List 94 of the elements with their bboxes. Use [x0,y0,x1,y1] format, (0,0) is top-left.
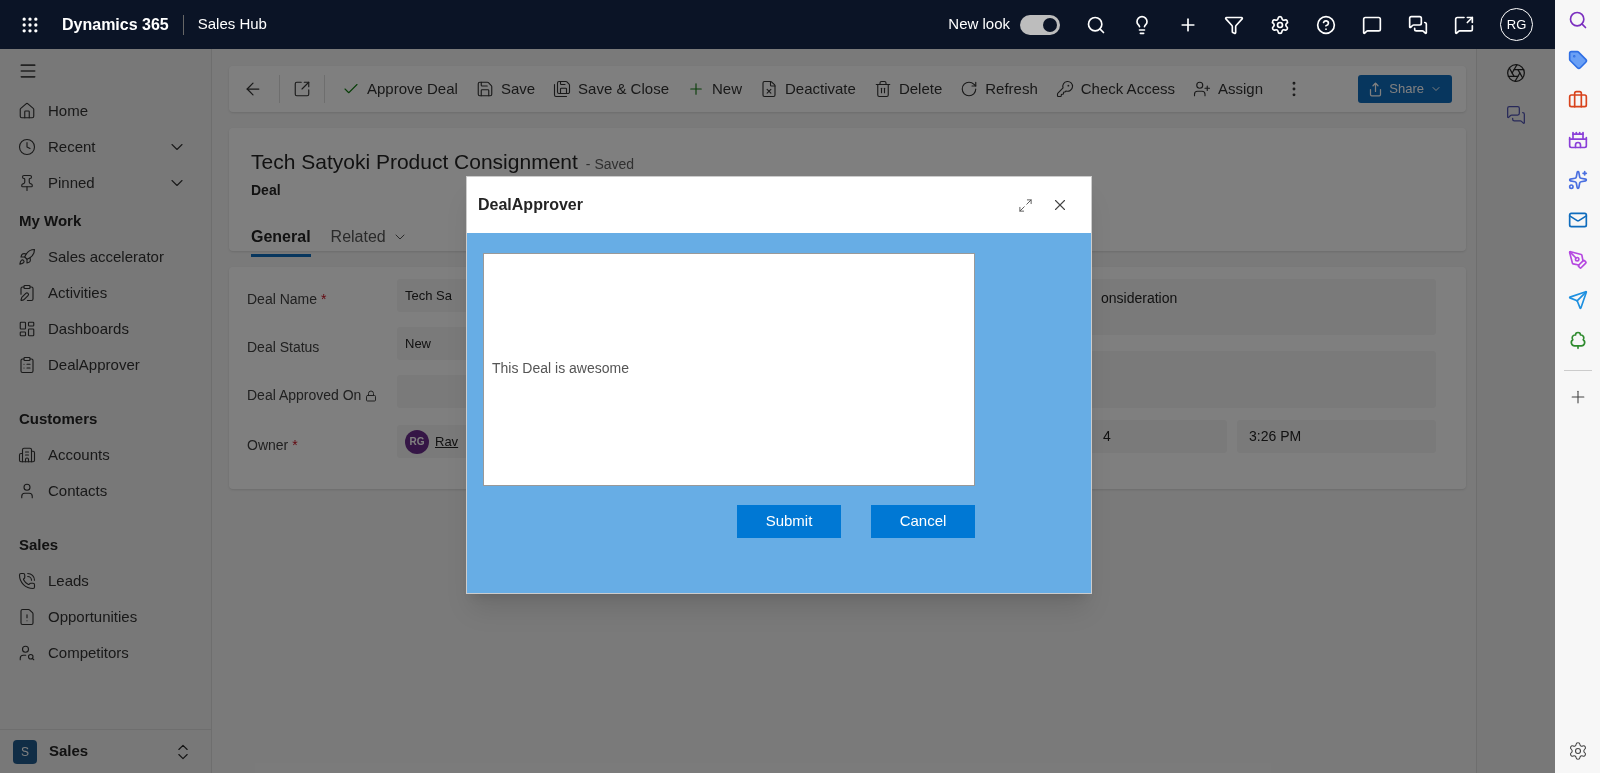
phone-icon [18,572,36,590]
person-icon [18,644,36,662]
key-icon [1055,80,1074,98]
share-icon [1368,81,1384,97]
comment-field[interactable]: This Deal is awesome [483,253,975,486]
field-value: New [405,334,431,353]
tab[interactable]: Related [330,220,408,257]
toolbar-button[interactable]: Save & Close [546,73,676,105]
refresh-icon [960,80,979,98]
nav-item[interactable]: Competitors [0,635,211,671]
nav-item[interactable]: Dashboards [0,311,211,347]
required-mark: * [321,290,327,309]
toolbar-button[interactable]: Refresh [953,73,1045,105]
aperture-icon[interactable] [1506,63,1526,83]
save-icon [553,80,572,98]
nav-item[interactable]: Activities [0,275,211,311]
owner-link[interactable]: Rav [435,431,459,452]
settings-icon[interactable] [1567,741,1588,761]
search-icon[interactable] [1567,10,1588,30]
nav-item[interactable]: Recent [0,129,211,165]
toolbar-button[interactable]: Save [468,73,543,105]
trash-icon [873,80,892,98]
mail-icon[interactable] [1567,210,1588,230]
section-heading: Customers [19,408,98,429]
clipboard-icon [18,284,36,302]
app-name[interactable]: Dynamics 365 [62,12,169,37]
field-value: Tech Sa [405,286,452,305]
nav-item[interactable]: Contacts [0,473,211,509]
toolbar-button[interactable]: Check Access [1048,73,1182,105]
building-icon [18,446,36,464]
menu-icon[interactable] [18,61,38,81]
field-label: Deal Status [247,338,320,357]
share-button[interactable]: Share [1358,75,1452,103]
dialog-title: DealApprover [478,195,584,215]
toolbar-button[interactable]: Assign [1186,73,1270,105]
clock-icon [18,138,36,156]
search-icon[interactable] [1086,14,1106,35]
document-icon [18,608,36,626]
required-mark: * [292,436,298,455]
chat-icon[interactable] [1362,14,1382,35]
save-status: - Saved [585,155,635,174]
dashboard-icon [18,320,36,338]
nav-item[interactable]: Opportunities [0,599,211,635]
submit-button[interactable]: Submit [737,505,841,538]
tab[interactable]: General [251,220,311,257]
nav-item[interactable]: Sales accelerator [0,239,211,275]
time-field[interactable]: 3:26 PM [1237,420,1436,453]
area-badge: S [13,739,37,764]
nav-item[interactable]: Leads [0,563,211,599]
pin-icon [18,174,36,192]
home-icon [18,102,36,120]
area-name: Sales Hub [197,14,267,35]
toolbar-button[interactable]: Delete [866,73,950,105]
clipboard-icon [18,356,36,374]
lock-icon [365,389,378,402]
filter-icon[interactable] [1224,14,1244,35]
tree-icon[interactable] [1567,330,1588,350]
field-label: Owner [247,436,289,455]
area-label: Sales [49,741,90,762]
toolbox-icon[interactable] [1567,90,1588,110]
person-icon [18,482,36,500]
cancel-button[interactable]: Cancel [871,505,975,538]
chat-icon[interactable] [1454,14,1474,35]
toolbar-button[interactable]: Deactivate [753,73,863,105]
expand-icon[interactable] [1018,197,1033,213]
document-icon [760,80,778,98]
field-label: Deal Approved On [247,386,362,405]
record-title: Tech Satyoki Product Consignment [251,149,578,175]
area-switcher[interactable]: S Sales [0,729,211,773]
toggle-label: New look [948,14,1010,35]
toolbar-button[interactable]: Approve Deal [335,73,465,105]
nav-item[interactable]: Accounts [0,437,211,473]
toolbar-button[interactable]: New [680,73,749,105]
section-heading: Sales [19,534,59,555]
plus-icon [687,80,705,98]
person-icon [1193,80,1211,98]
open-window-icon[interactable] [293,80,311,98]
field-label: Deal Name [247,290,318,309]
entity-label: Deal [251,180,282,200]
owner-avatar: RG [405,429,429,454]
section-heading: My Work [19,210,82,231]
rocket-icon [18,248,36,266]
help-icon[interactable] [1316,14,1336,35]
settings-icon[interactable] [1270,14,1290,35]
nav-item[interactable]: Home [0,93,211,129]
chat-icon[interactable] [1408,14,1428,35]
send-icon[interactable] [1567,290,1588,310]
nav-item[interactable]: Pinned [0,165,211,201]
save-icon [475,80,494,98]
new-look-toggle[interactable] [1020,14,1060,35]
pen-icon[interactable] [1567,250,1588,270]
tag-icon[interactable] [1567,50,1588,70]
sparkle-icon[interactable] [1567,170,1588,190]
nav-item[interactable]: DealApprover [0,347,211,383]
